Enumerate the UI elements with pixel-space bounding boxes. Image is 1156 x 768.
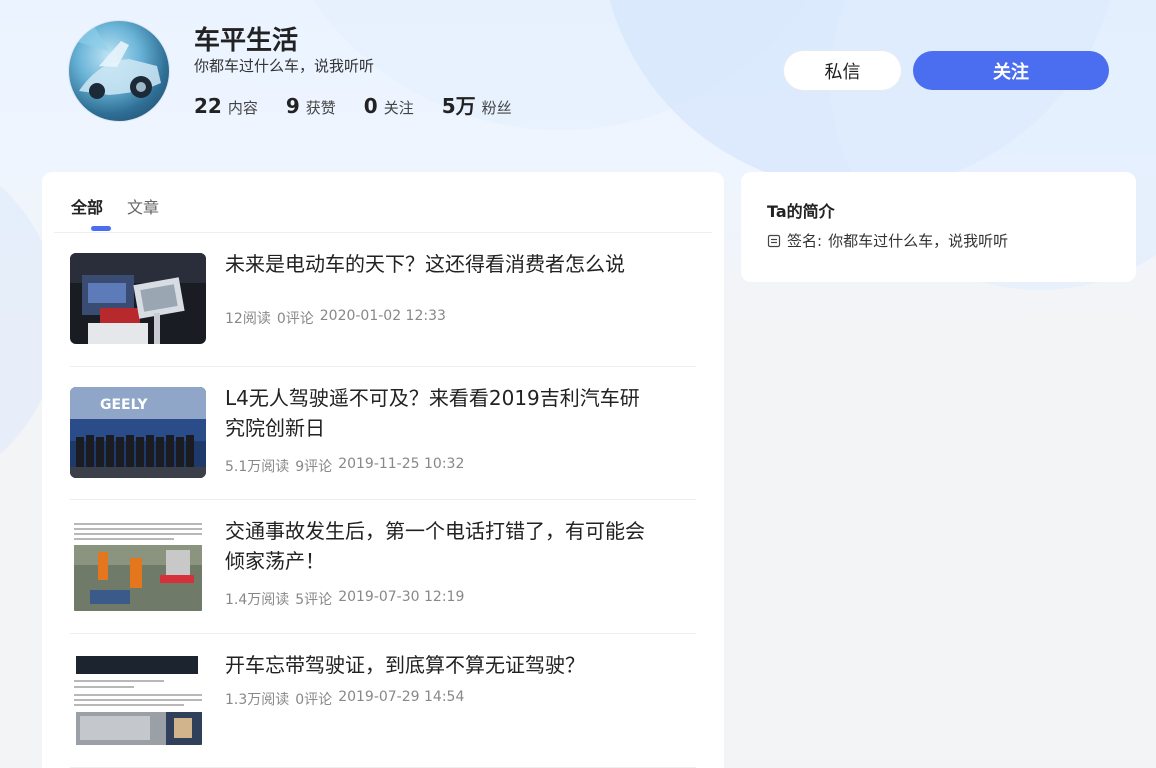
accident-rescue-image — [70, 520, 206, 611]
stat-label: 关注 — [383, 99, 414, 117]
stat-label: 获赞 — [305, 99, 336, 117]
article-title[interactable]: 未来是电动车的天下？这还得看消费者怎么说 — [225, 249, 645, 279]
stat-number: 0 — [363, 94, 378, 118]
intro-sign-label: 签名: — [787, 232, 823, 250]
article-title[interactable]: 交通事故发生后，第一个电话打错了，有可能会倾家荡产！ — [225, 516, 645, 576]
article-reads: 1.3万阅读 — [225, 692, 290, 708]
article-list: 未来是电动车的天下？这还得看消费者怎么说 12阅读 0评论 2020-01-02… — [70, 233, 696, 768]
article-date: 2019-11-25 10:32 — [338, 456, 465, 472]
avatar[interactable] — [68, 20, 170, 122]
geely-group-photo-image: GEELY — [70, 387, 206, 478]
follow-button[interactable]: 关注 — [913, 51, 1109, 90]
profile-page: 车平生活 你都车过什么车，说我听听 22 内容 9 获赞 0 关注 5万 粉丝 … — [0, 0, 1156, 768]
tab-articles[interactable]: 文章 — [127, 194, 159, 218]
list-item[interactable]: GEELY L4无人驾驶遥不可及？来看看2019吉利汽车研究院创新日 5.1万阅… — [70, 367, 696, 500]
document-icon — [767, 234, 781, 247]
article-title[interactable]: 开车忘带驾驶证，到底算不算无证驾驶？ — [225, 650, 645, 680]
stat-likes[interactable]: 9 获赞 — [286, 94, 336, 118]
profile-name: 车平生活 — [194, 26, 299, 56]
message-button[interactable]: 私信 — [784, 51, 901, 90]
article-comments: 0评论 — [295, 692, 333, 708]
content-tabs: 全部 文章 — [54, 172, 712, 233]
active-tab-indicator — [91, 226, 111, 231]
article-meta: 1.3万阅读 0评论 2019-07-29 14:54 — [225, 689, 464, 709]
intro-sign-value: 你都车过什么车，说我听听 — [828, 232, 1009, 250]
stat-number: 9 — [285, 94, 300, 118]
geely-logo-text: GEELY — [100, 397, 148, 413]
article-comments: 0评论 — [276, 311, 314, 327]
article-date: 2019-07-30 12:19 — [338, 589, 465, 605]
intro-card: Ta的简介 签名: 你都车过什么车，说我听听 — [741, 172, 1136, 282]
article-reads: 12阅读 — [225, 311, 271, 327]
article-thumbnail[interactable] — [70, 253, 206, 344]
list-item[interactable]: 未来是电动车的天下？这还得看消费者怎么说 12阅读 0评论 2020-01-02… — [70, 233, 696, 367]
content-card: 全部 文章 未来是电动车的天下？这还得看消费者怎么说 12阅读 0评论 2020… — [42, 172, 724, 768]
profile-stats: 22 内容 9 获赞 0 关注 5万 粉丝 — [194, 90, 512, 119]
article-comments: 5评论 — [295, 592, 333, 608]
article-thumbnail[interactable] — [70, 520, 206, 611]
article-date: 2020-01-02 12:33 — [319, 308, 446, 324]
stat-number: 5万 — [441, 94, 476, 118]
article-meta: 1.4万阅读 5评论 2019-07-30 12:19 — [225, 589, 464, 609]
article-date: 2019-07-29 14:54 — [338, 689, 465, 705]
article-comments: 9评论 — [295, 459, 333, 475]
stat-number: 22 — [194, 94, 222, 118]
car-avatar-icon — [74, 26, 161, 99]
stat-content[interactable]: 22 内容 — [194, 94, 258, 118]
article-reads: 5.1万阅读 — [225, 459, 290, 475]
list-item[interactable]: 交通事故发生后，第一个电话打错了，有可能会倾家荡产！ 1.4万阅读 5评论 20… — [70, 500, 696, 634]
article-thumbnail[interactable] — [70, 654, 206, 745]
article-reads: 1.4万阅读 — [225, 592, 290, 608]
article-meta: 5.1万阅读 9评论 2019-11-25 10:32 — [225, 456, 464, 476]
profile-signature: 你都车过什么车，说我听听 — [194, 57, 375, 75]
stat-following[interactable]: 0 关注 — [364, 94, 414, 118]
engine-display-image — [70, 253, 206, 344]
stat-label: 粉丝 — [481, 99, 512, 117]
article-meta: 12阅读 0评论 2020-01-02 12:33 — [225, 308, 446, 328]
driver-license-image — [70, 654, 206, 745]
article-thumbnail[interactable]: GEELY — [70, 387, 206, 478]
tab-all[interactable]: 全部 — [71, 194, 103, 218]
list-item[interactable]: 开车忘带驾驶证，到底算不算无证驾驶？ 1.3万阅读 0评论 2019-07-29… — [70, 634, 696, 768]
profile-header: 车平生活 你都车过什么车，说我听听 22 内容 9 获赞 0 关注 5万 粉丝 … — [0, 0, 1156, 160]
article-title[interactable]: L4无人驾驶遥不可及？来看看2019吉利汽车研究院创新日 — [225, 383, 645, 443]
stat-fans[interactable]: 5万 粉丝 — [442, 90, 512, 119]
intro-title: Ta的简介 — [767, 202, 835, 221]
stat-label: 内容 — [227, 99, 258, 117]
intro-signature: 签名: 你都车过什么车，说我听听 — [767, 230, 1008, 251]
